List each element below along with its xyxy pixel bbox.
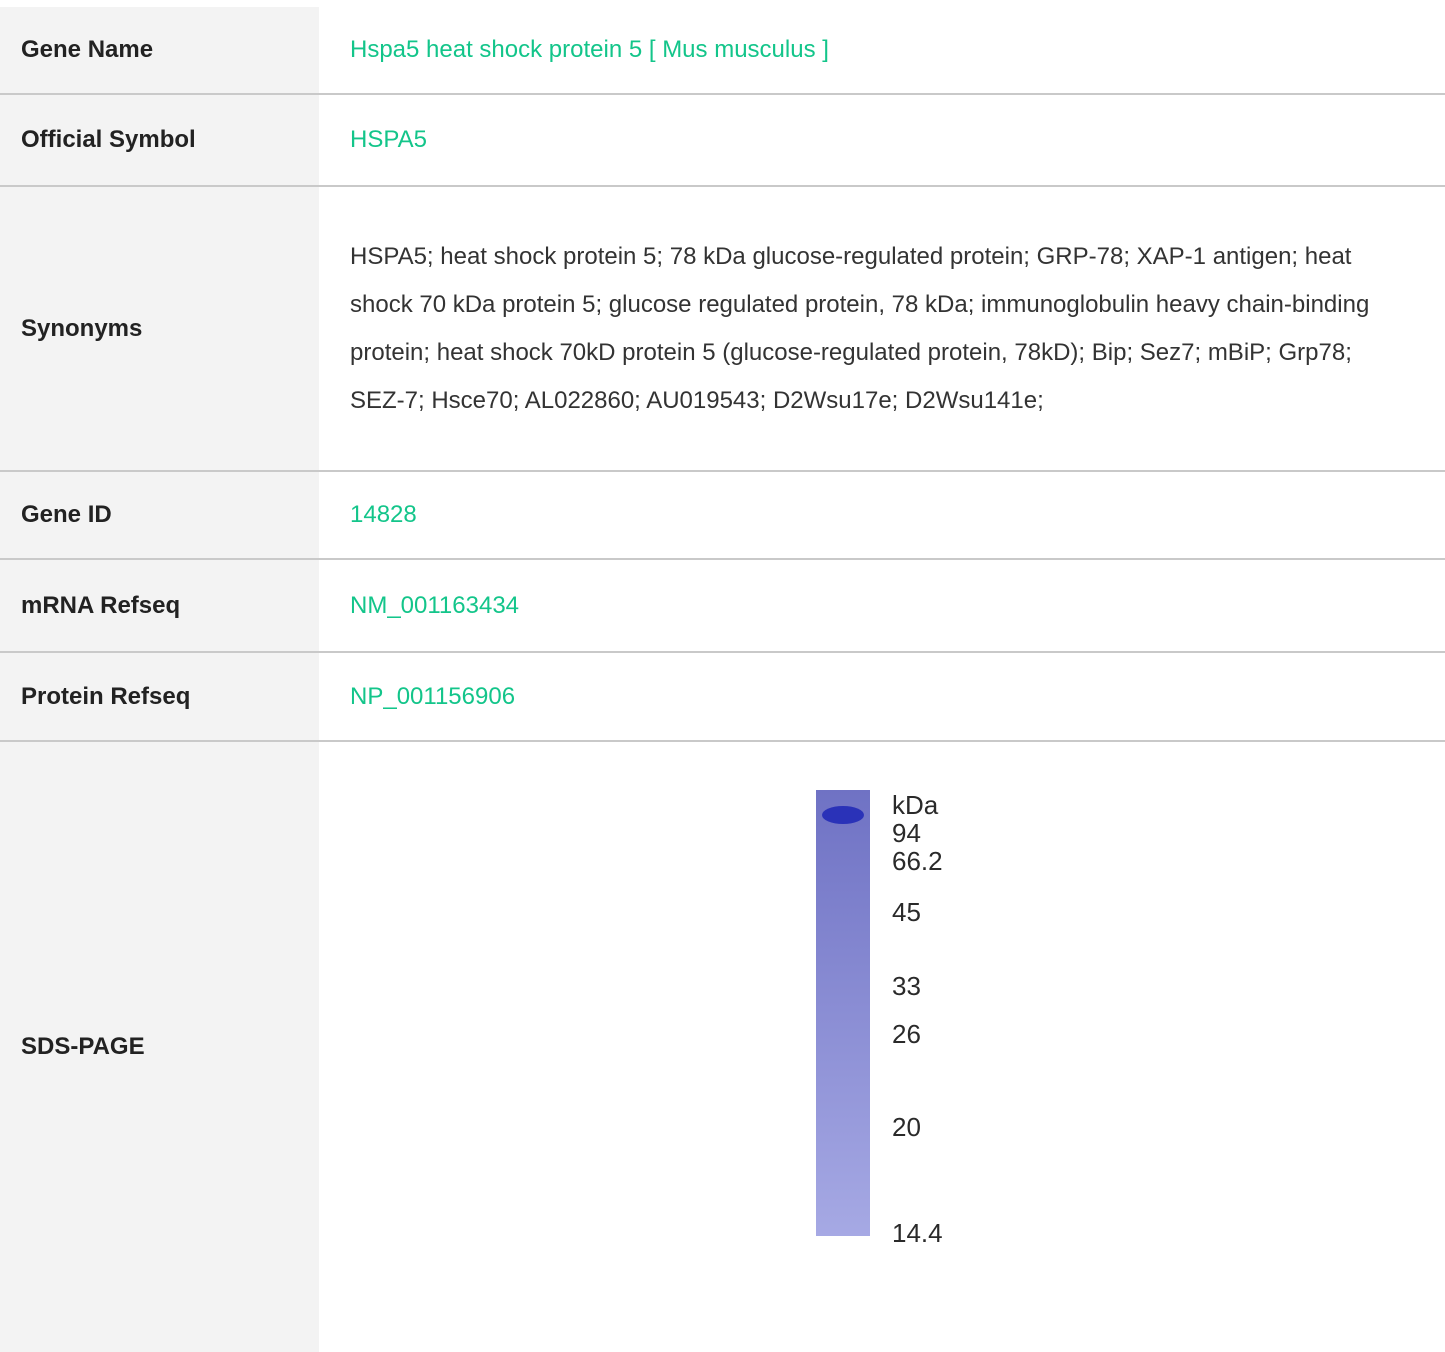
protein-refseq-label: Protein Refseq bbox=[0, 653, 319, 740]
mrna-refseq-label: mRNA Refseq bbox=[0, 560, 319, 651]
mrna-refseq-value-cell: NM_001163434 bbox=[319, 560, 1445, 651]
gel-svg: kDa 9466.2 45 33 26 20 14.4 bbox=[816, 790, 943, 1248]
row-synonyms: Synonyms HSPA5; heat shock protein 5; 78… bbox=[0, 187, 1445, 472]
gel-marker-label: 26 bbox=[892, 1019, 921, 1049]
gel-marker-label: 33 bbox=[892, 971, 921, 1001]
gel-unit-label: kDa bbox=[892, 790, 939, 820]
row-sds-page: SDS-PAGE kDa 94 66.2 45 33 26 20 14.4 bbox=[0, 742, 1445, 1352]
row-gene-id: Gene ID 14828 bbox=[0, 472, 1445, 560]
mrna-refseq-link[interactable]: NM_001163434 bbox=[350, 592, 519, 620]
protein-refseq-link[interactable]: NP_001156906 bbox=[350, 683, 515, 711]
row-official-symbol: Official Symbol HSPA5 bbox=[0, 95, 1445, 187]
gel-marker-label: 20 bbox=[892, 1112, 921, 1142]
gene-id-value-cell: 14828 bbox=[319, 472, 1445, 558]
gel-marker-label: 14.4 bbox=[892, 1218, 943, 1248]
official-symbol-link[interactable]: HSPA5 bbox=[350, 126, 427, 154]
gene-name-label: Gene Name bbox=[0, 7, 319, 93]
gene-id-label: Gene ID bbox=[0, 472, 319, 558]
row-protein-refseq: Protein Refseq NP_001156906 bbox=[0, 653, 1445, 742]
gel-marker-label: 94 bbox=[892, 818, 921, 848]
row-gene-name: Gene Name Hspa5 heat shock protein 5 [ M… bbox=[0, 7, 1445, 95]
gene-id-link[interactable]: 14828 bbox=[350, 501, 417, 529]
gel-lane bbox=[816, 790, 870, 1236]
protein-refseq-value-cell: NP_001156906 bbox=[319, 653, 1445, 740]
synonyms-label: Synonyms bbox=[0, 187, 319, 470]
gel-marker-label: 45 bbox=[892, 897, 921, 927]
gene-name-value-cell: Hspa5 heat shock protein 5 [ Mus musculu… bbox=[319, 7, 1445, 93]
row-mrna-refseq: mRNA Refseq NM_001163434 bbox=[0, 560, 1445, 653]
official-symbol-value-cell: HSPA5 bbox=[319, 95, 1445, 185]
gel-marker-labels: 9466.2 45 33 26 20 14.4 bbox=[892, 818, 943, 1248]
synonyms-value: HSPA5; heat shock protein 5; 78 kDa gluc… bbox=[350, 242, 1370, 414]
gene-name-link[interactable]: Hspa5 heat shock protein 5 [ Mus musculu… bbox=[350, 36, 829, 64]
official-symbol-label: Official Symbol bbox=[0, 95, 319, 185]
gene-info-table: Gene Name Hspa5 heat shock protein 5 [ M… bbox=[0, 7, 1445, 1352]
sds-page-label: SDS-PAGE bbox=[0, 742, 319, 1352]
sds-page-value-cell: kDa 94 66.2 45 33 26 20 14.4 bbox=[319, 742, 1445, 1352]
gel-marker-label: 66.2 bbox=[892, 846, 943, 876]
sds-page-gel-image: kDa 94 66.2 45 33 26 20 14.4 bbox=[794, 768, 971, 1256]
protein-band bbox=[822, 806, 864, 824]
